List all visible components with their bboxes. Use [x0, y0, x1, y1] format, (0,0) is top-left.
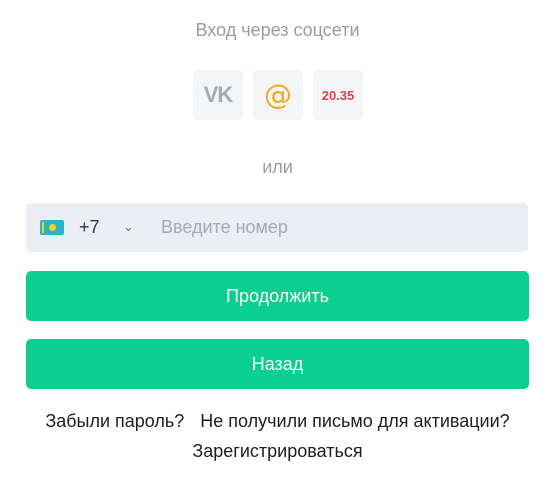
register-container: Зарегистрироваться	[0, 441, 555, 462]
flag-ornament	[42, 222, 44, 233]
vk-login-button[interactable]: VK	[193, 70, 243, 120]
social-login-title: Вход через соцсети	[195, 20, 360, 40]
flag-sun	[48, 224, 56, 231]
back-button[interactable]: Назад	[26, 339, 529, 389]
country-code[interactable]: +7	[79, 217, 123, 238]
phone-number-input[interactable]	[161, 217, 461, 238]
mail-login-button[interactable]: @	[253, 70, 303, 120]
mail-at-icon: @	[264, 78, 292, 111]
help-links: Забыли пароль? Не получили письмо для ак…	[0, 411, 555, 432]
register-link[interactable]: Зарегистрироваться	[192, 441, 362, 461]
social-buttons: VK @ 20.35	[193, 70, 363, 120]
forgot-password-link[interactable]: Забыли пароль?	[45, 411, 184, 432]
continue-button[interactable]: Продолжить	[26, 271, 529, 321]
resend-activation-link[interactable]: Не получили письмо для активации?	[200, 411, 509, 432]
or-separator: или	[262, 157, 293, 177]
kazakhstan-flag-icon[interactable]	[40, 220, 64, 235]
chevron-down-icon[interactable]: ⌄	[123, 220, 161, 235]
news-2035-icon: 20.35	[321, 87, 355, 103]
vk-icon: VK	[203, 82, 234, 107]
phone-field: +7 ⌄	[26, 203, 528, 252]
news-2035-login-button[interactable]: 20.35	[313, 70, 363, 120]
